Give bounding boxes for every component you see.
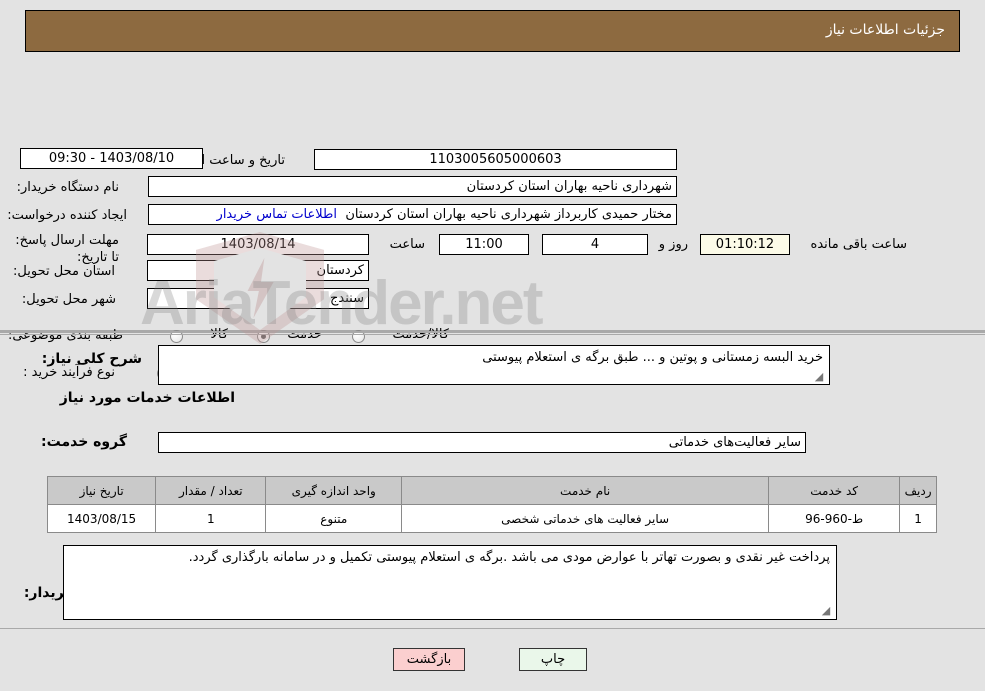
- table-header-row: ردیف کد خدمت نام خدمت واحد اندازه گیری ت…: [46, 476, 937, 505]
- delivery-province-label: استان محل تحویل:: [13, 264, 115, 279]
- delivery-city-label: شهر محل تحویل:: [21, 292, 116, 307]
- col-index: ردیف: [899, 476, 937, 505]
- need-description-textarea[interactable]: خرید البسه زمستانی و پوتین و ... طبق برگ…: [158, 345, 830, 385]
- buyer-notes-resize-handle[interactable]: ◢: [820, 605, 832, 617]
- days-label: روز و: [658, 237, 688, 252]
- col-quantity: تعداد / مقدار: [155, 476, 267, 505]
- need-number-value: 1103005605000603: [314, 149, 677, 170]
- col-code: کد خدمت: [768, 476, 901, 505]
- cell-code: ط-960-96: [768, 504, 901, 533]
- page-root: AriaTender.net جزئیات اطلاعات نیاز شماره…: [0, 0, 985, 691]
- service-group-value: سایر فعالیت‌های خدماتی: [158, 432, 806, 453]
- process-label: نوع فرآیند خرید :: [23, 365, 115, 380]
- deadline-date-value: 1403/08/14: [147, 234, 369, 255]
- need-info-section: شماره نیاز: 1103005605000603 تاریخ و ساع…: [0, 66, 985, 380]
- cell-index: 1: [899, 504, 937, 533]
- countdown-timer: 01:10:12: [700, 234, 790, 255]
- deadline-label: مهلت ارسال پاسخ: تا تاریخ:: [15, 233, 119, 265]
- request-creator-label: ایجاد کننده درخواست:: [7, 208, 127, 223]
- services-table: ردیف کد خدمت نام خدمت واحد اندازه گیری ت…: [46, 476, 937, 533]
- hour-label: ساعت: [389, 237, 425, 252]
- col-name: نام خدمت: [401, 476, 770, 505]
- remaining-days-value: 4: [542, 234, 648, 255]
- footer-divider: [0, 628, 985, 629]
- back-button[interactable]: بازگشت: [393, 648, 465, 671]
- buyer-org-label: نام دستگاه خریدار:: [16, 180, 119, 195]
- buyer-org-value: شهرداری ناحیه بهاران استان کردستان: [148, 176, 677, 197]
- col-date: تاریخ نیاز: [46, 476, 157, 505]
- print-button[interactable]: چاپ: [519, 648, 587, 671]
- delivery-city-value: سنندج: [147, 288, 369, 309]
- public-announce-value: 1403/08/10 - 09:30: [20, 148, 203, 169]
- divider-info-2: [0, 334, 985, 335]
- deadline-hour-value: 11:00: [439, 234, 529, 255]
- divider-info: [0, 331, 985, 332]
- need-description-resize-handle[interactable]: ◢: [813, 371, 825, 383]
- table-row: 1 ط-960-96 سایر فعالیت های خدماتی شخصی م…: [46, 504, 937, 533]
- cell-unit: متنوع: [265, 504, 403, 533]
- cell-quantity: 1: [155, 504, 267, 533]
- buyer-contact-link[interactable]: اطلاعات تماس خریدار: [217, 207, 337, 222]
- cell-date: 1403/08/15: [46, 504, 157, 533]
- page-title: جزئیات اطلاعات نیاز: [825, 22, 945, 38]
- need-description-label: شرح کلی نیاز:: [41, 351, 142, 367]
- service-group-label: گروه خدمت:: [41, 434, 127, 450]
- cell-name: سایر فعالیت های خدماتی شخصی: [401, 504, 770, 533]
- services-section-heading: اطلاعات خدمات مورد نیاز: [59, 390, 235, 406]
- col-unit: واحد اندازه گیری: [265, 476, 403, 505]
- remaining-hours-label: ساعت باقی مانده: [810, 237, 907, 252]
- buyer-notes-textarea[interactable]: پرداخت غیر نقدی و بصورت تهاتر با عوارض م…: [63, 545, 837, 620]
- page-title-bar: جزئیات اطلاعات نیاز: [25, 10, 960, 52]
- delivery-province-value: کردستان: [147, 260, 369, 281]
